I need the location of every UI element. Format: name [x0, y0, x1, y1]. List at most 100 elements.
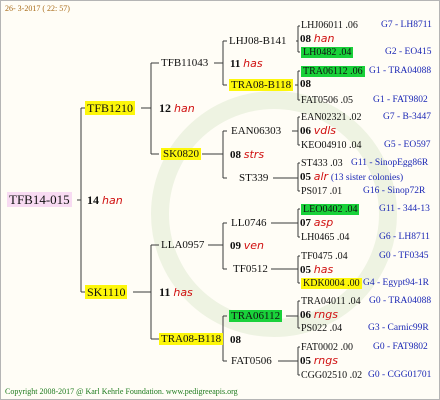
- gen1-name[interactable]: TFB1210: [85, 101, 136, 115]
- gen2-sub: ven: [243, 239, 264, 252]
- gen4-entry-2: TRA06112 .06: [301, 64, 365, 79]
- gen1-num: 12: [159, 101, 171, 115]
- gen4-name[interactable]: KEO04910 .04: [301, 140, 362, 151]
- gen3-name[interactable]: TRA08-B118: [229, 79, 294, 91]
- gen3-sub: alr: [313, 170, 329, 183]
- gen2-num: 08: [230, 334, 241, 346]
- pedigree-frame: 26- 3-2017 ( 22: 57) TFB14-015 14 han TF…: [0, 0, 440, 400]
- gen4-ref: G0 - CGG01701: [368, 370, 432, 380]
- gen4-entry-6: ST433 .03: [301, 156, 343, 171]
- gen2-info-1: 08 strs: [230, 147, 264, 163]
- gen4-name[interactable]: LH0482 .04: [301, 47, 354, 58]
- gen1-sub: han: [174, 102, 195, 115]
- gen4-name[interactable]: FAT0506 .05: [301, 95, 353, 106]
- gen3-entry-4: LL0746: [231, 216, 266, 231]
- gen4-entry-8: LEO0402 .04: [301, 202, 360, 217]
- gen4-name[interactable]: CGG02510 .02: [301, 370, 362, 381]
- gen2-name[interactable]: LLA0957: [161, 239, 204, 251]
- gen3-name[interactable]: LHJ08-B141: [229, 35, 286, 47]
- gen3-name[interactable]: TRA06112: [229, 310, 283, 322]
- gen3-entry-0: LHJ08-B141: [229, 34, 286, 49]
- gen4-name[interactable]: LEO0402 .04: [301, 204, 360, 215]
- footer: Copyright 2008-2017 @ Karl Kehrle Founda…: [5, 387, 238, 396]
- gen2-num: 11: [230, 58, 241, 70]
- gen2-num: 09: [230, 240, 241, 252]
- gen4-ref: G11 - SinopEgg86R: [351, 158, 429, 168]
- gen3-num: 05: [300, 355, 311, 367]
- gen4-name[interactable]: LHJ06011 .06: [301, 20, 358, 31]
- report-date: 26- 3-2017 ( 22: 57): [5, 4, 70, 13]
- gen2-sub: has: [243, 57, 263, 70]
- gen3-entry-6: TRA06112: [229, 309, 283, 324]
- gen4-entry-15: CGG02510 .02: [301, 368, 362, 383]
- gen1-num: 11: [159, 285, 171, 299]
- gen4-entry-14: FAT0002 .00: [301, 340, 353, 355]
- gen4-ref: G11 - 344-13: [379, 204, 430, 214]
- gen2-info-3: 08: [230, 332, 241, 348]
- gen2-entry-2: LLA0957: [161, 238, 204, 253]
- gen4-entry-13: PS022 .04: [301, 321, 342, 336]
- gen0-num: 14: [87, 193, 99, 207]
- gen4-entry-4: EAN02321 .02: [301, 110, 362, 125]
- gen2-info-2: 09 ven: [230, 238, 264, 254]
- gen4-entry-3: FAT0506 .05: [301, 93, 353, 108]
- gen4-name[interactable]: KDK0004 .00: [301, 278, 362, 289]
- gen2-entry-3: TRA08-B118: [159, 332, 224, 347]
- gen2-entry-1: SK0820: [161, 147, 202, 162]
- gen0-name[interactable]: TFB14-015: [7, 192, 72, 207]
- gen3-info-1: 08: [300, 77, 311, 92]
- gen3-num: 05: [300, 264, 311, 276]
- gen4-name[interactable]: TF0475 .04: [301, 251, 348, 262]
- footer-site-link[interactable]: www.pedigreeapis.org: [166, 387, 238, 396]
- gen4-ref: G3 - Carnic99R: [368, 323, 429, 333]
- gen3-note: (13 sister colonies): [330, 173, 404, 183]
- gen4-name[interactable]: PS022 .04: [301, 323, 342, 334]
- gen2-name[interactable]: SK0820: [161, 148, 202, 160]
- gen4-entry-0: LHJ06011 .06: [301, 18, 358, 33]
- gen4-ref: G7 - LH8711: [381, 20, 432, 30]
- gen4-ref: G0 - FAT9802: [373, 342, 428, 352]
- gen3-name[interactable]: FAT0506: [231, 355, 272, 367]
- gen4-name[interactable]: TRA06112 .06: [301, 66, 365, 77]
- gen4-ref: G1 - FAT9802: [373, 95, 428, 105]
- gen4-ref: G5 - EO597: [384, 140, 431, 150]
- gen3-info-7: 05 rngs: [300, 353, 338, 369]
- gen4-ref: G7 - B-3447: [383, 112, 432, 122]
- gen4-ref: G16 - Sinop72R: [363, 186, 426, 196]
- gen3-entry-5: TF0512: [233, 262, 268, 277]
- gen3-num: 06: [300, 125, 311, 137]
- gen3-name[interactable]: LL0746: [231, 217, 266, 229]
- gen4-ref: G0 - TRA04088: [369, 296, 432, 306]
- gen4-name[interactable]: ST433 .03: [301, 158, 343, 169]
- gen4-ref: G2 - EO415: [385, 47, 432, 57]
- gen2-info-0: 11 has: [230, 56, 263, 72]
- gen0-info: 14 han: [87, 193, 123, 208]
- footer-copyright: Copyright 2008-2017 @ Karl Kehrle Founda…: [5, 387, 164, 396]
- gen3-name[interactable]: ST339: [239, 172, 268, 184]
- gen3-name[interactable]: EAN06303: [231, 125, 281, 137]
- gen4-entry-11: KDK0004 .00: [301, 276, 362, 291]
- gen3-sub: asp: [313, 216, 334, 229]
- gen4-entry-9: LH0465 .04: [301, 230, 349, 245]
- gen4-name[interactable]: EAN02321 .02: [301, 112, 362, 123]
- gen3-entry-7: FAT0506: [231, 354, 272, 369]
- gen2-name[interactable]: TRA08-B118: [159, 333, 224, 345]
- gen3-info-4: 07 asp: [300, 215, 333, 231]
- gen3-sub: vdls: [313, 124, 337, 137]
- gen4-name[interactable]: PS017 .01: [301, 186, 342, 197]
- gen3-sub: han: [313, 32, 335, 45]
- gen3-sub: rngs: [313, 354, 338, 367]
- gen4-name[interactable]: TRA04011 .04: [301, 296, 361, 307]
- gen4-name[interactable]: FAT0002 .00: [301, 342, 353, 353]
- gen3-name[interactable]: TF0512: [233, 263, 268, 275]
- gen3-sub: rngs: [313, 308, 338, 321]
- gen2-name[interactable]: TFB11043: [161, 57, 208, 69]
- gen4-name[interactable]: LH0465 .04: [301, 232, 349, 243]
- gen2-num: 08: [230, 149, 241, 161]
- gen2-sub: strs: [243, 148, 265, 161]
- gen3-num-fallback: 08: [300, 78, 311, 90]
- gen3-sub: has: [313, 263, 334, 276]
- gen4-entry-1: LH0482 .04: [301, 45, 354, 60]
- gen1-name[interactable]: SK1110: [85, 285, 128, 299]
- gen4-entry-12: TRA04011 .04: [301, 294, 361, 309]
